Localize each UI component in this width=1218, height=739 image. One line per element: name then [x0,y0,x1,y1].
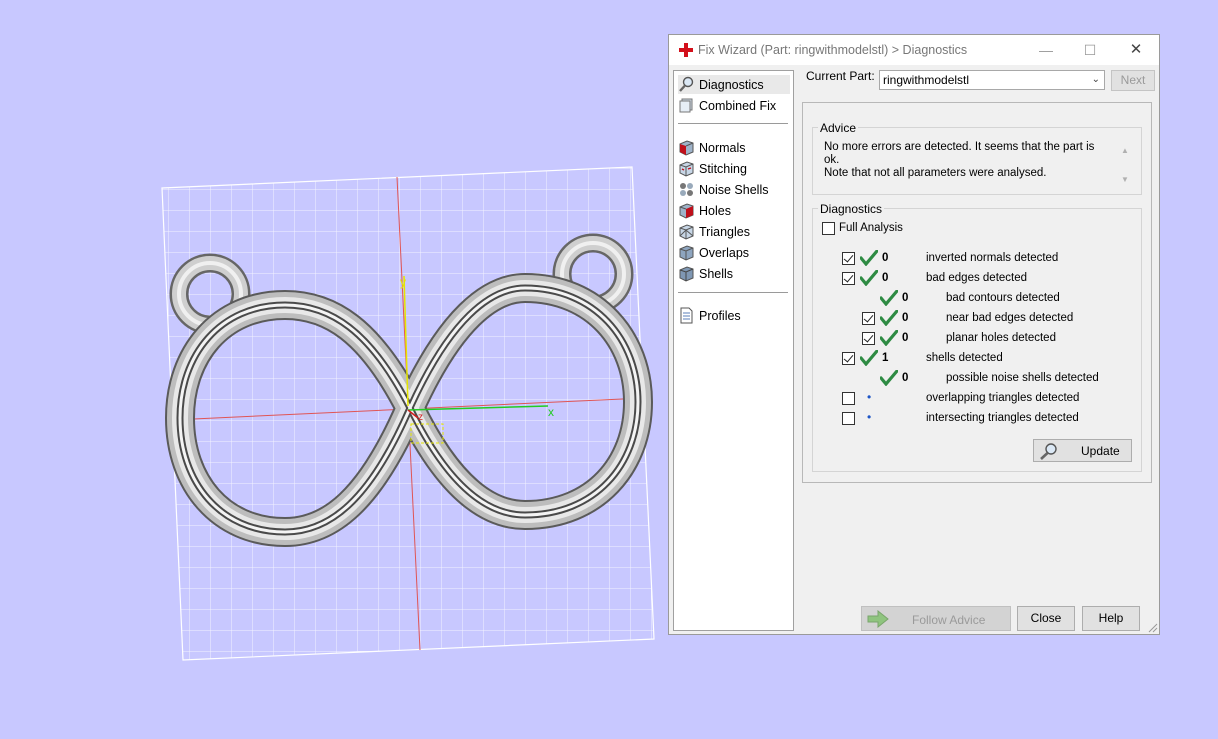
nav-separator [678,123,788,124]
overlapping-triangles-label: overlapping triangles detected [926,392,1080,404]
resize-grip-icon[interactable] [1148,623,1158,633]
advice-text: No more errors are detected. It seems th… [824,141,1106,180]
planar-holes-label: planar holes detected [946,332,1056,344]
bad-contours-count: 0 [902,292,909,304]
scroll-down-arrow-icon[interactable]: ▼ [1121,175,1129,184]
intersecting-triangles-status: • [867,410,872,424]
follow-advice-label: Follow Advice [912,613,986,627]
noise-shells-label: possible noise shells detected [946,372,1099,384]
noise-shells-count: 0 [902,372,909,384]
advice-line-1: No more errors are detected. It seems th… [824,141,1095,166]
bad-edges-checkbox[interactable] [842,272,855,285]
close-window-button[interactable]: ✕ [1121,39,1151,61]
green-check-icon [880,290,898,306]
intersecting-triangles-label: intersecting triangles detected [926,412,1079,424]
nav-item-shells[interactable]: Shells [678,264,790,283]
green-check-icon [880,370,898,386]
shells-cube-icon [679,266,694,282]
near-bad-edges-count: 0 [902,312,909,324]
bad-edges-label: bad edges detected [926,272,1028,284]
shells-label: shells detected [926,352,1003,364]
magnifier-icon [679,76,694,92]
green-check-icon [880,310,898,326]
current-part-dropdown[interactable]: ringwithmodelstl ⌄ [879,70,1105,90]
help-button[interactable]: Help [1082,606,1140,631]
nav-item-diagnostics[interactable]: Diagnostics [678,75,790,94]
near-bad-edges-checkbox[interactable] [862,312,875,325]
axis-y-label: y [400,275,406,289]
axis-z-label: z [418,412,423,423]
update-button[interactable]: Update [1033,439,1132,462]
nav-item-combined-fix[interactable]: Combined Fix [678,96,790,115]
full-analysis-label: Full Analysis [839,222,903,234]
viewport-canvas[interactable]: y x z [0,0,665,739]
diagnostics-group-label: Diagnostics [818,202,885,216]
inverted-normals-checkbox[interactable] [842,252,855,265]
overlapping-triangles-status: • [867,390,872,404]
current-part-value: ringwithmodelstl [883,73,970,87]
stitching-cube-icon [679,161,694,177]
shells-checkbox[interactable] [842,352,855,365]
fix-nav-pane: Diagnostics Combined Fix Normals Stitchi… [673,70,794,631]
nav-item-profiles[interactable]: Profiles [678,306,790,325]
advice-group-label: Advice [818,121,859,135]
follow-advice-button[interactable]: Follow Advice [861,606,1011,631]
planar-holes-count: 0 [902,332,909,344]
document-icon [680,307,693,324]
fix-wizard-dialog: Fix Wizard (Part: ringwithmodelstl) > Di… [668,34,1160,635]
nav-item-holes[interactable]: Holes [678,201,790,220]
green-check-icon [860,350,878,366]
chevron-down-icon: ⌄ [1091,74,1100,85]
combined-fix-icon [679,98,693,113]
planar-holes-checkbox[interactable] [862,332,875,345]
close-button[interactable]: Close [1017,606,1075,631]
nav-item-noise-shells[interactable]: Noise Shells [678,180,790,199]
near-bad-edges-label: near bad edges detected [946,312,1074,324]
nav-item-stitching[interactable]: Stitching [678,159,790,178]
inverted-normals-label: inverted normals detected [926,252,1059,264]
scroll-up-arrow-icon[interactable]: ▲ [1121,146,1129,155]
3d-viewport[interactable]: y x z [0,0,665,739]
bad-edges-count: 0 [882,272,889,284]
noise-shells-icon [680,183,693,196]
red-cross-icon [679,43,693,57]
triangles-cube-icon [679,224,694,240]
green-check-icon [860,270,878,286]
full-analysis-checkbox[interactable] [822,222,835,235]
shells-count: 1 [882,352,889,364]
bad-contours-label: bad contours detected [946,292,1060,304]
maximize-button[interactable]: ☐ [1075,39,1105,61]
advice-line-2: Note that not all parameters were analys… [824,167,1047,179]
nav-item-triangles[interactable]: Triangles [678,222,790,241]
overlaps-cube-icon [679,245,694,261]
nav-item-overlaps[interactable]: Overlaps [678,243,790,262]
axis-x-label: x [548,405,554,419]
nav-item-normals[interactable]: Normals [678,138,790,157]
title-bar[interactable]: Fix Wizard (Part: ringwithmodelstl) > Di… [669,35,1159,65]
update-label: Update [1081,444,1120,458]
minimize-button[interactable]: — [1031,39,1061,61]
arrow-right-icon [867,610,889,628]
magnifier-icon [1040,443,1057,460]
window-title: Fix Wizard (Part: ringwithmodelstl) > Di… [698,43,968,57]
green-check-icon [860,250,878,266]
normals-cube-icon [679,140,694,156]
inverted-normals-count: 0 [882,252,889,264]
holes-cube-icon [679,203,694,219]
intersecting-triangles-checkbox[interactable] [842,412,855,425]
green-check-icon [880,330,898,346]
nav-separator [678,292,788,293]
next-button[interactable]: Next [1111,70,1155,91]
current-part-label: Current Part: [806,69,875,83]
overlapping-triangles-checkbox[interactable] [842,392,855,405]
